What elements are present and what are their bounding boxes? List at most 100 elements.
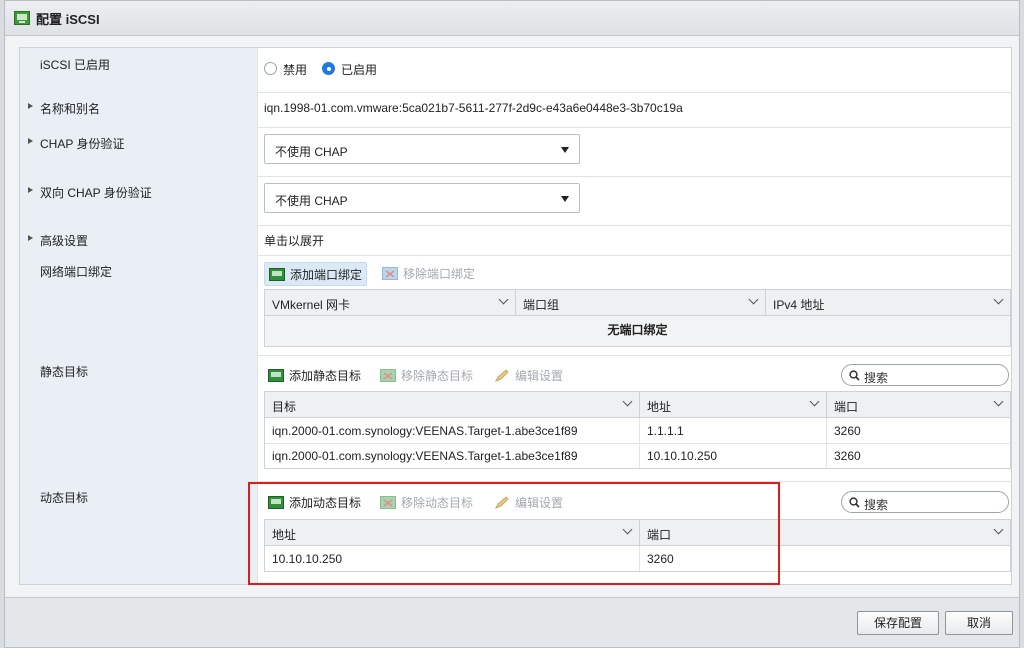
port-binding-label: 网络端口绑定 <box>40 265 113 279</box>
add-static-target-button[interactable]: 添加静态目标 <box>268 364 361 386</box>
static-target-iqn: iqn.2000-01.com.synology:VEENAS.Target-1… <box>272 449 578 463</box>
remove-target-icon <box>380 495 396 509</box>
static-target-port: 3260 <box>834 449 861 463</box>
iscsi-icon <box>14 11 30 25</box>
static-targets-search-placeholder: 搜索 <box>864 371 889 385</box>
chap-select[interactable]: 不使用 CHAP <box>264 134 580 164</box>
iscsi-enabled-label: iSCSI 已启用 <box>40 58 111 72</box>
row-port-binding: 网络端口绑定 添加端口绑定 移除端口绑定 VMkernel 网卡 端口组 IPv… <box>20 255 1011 356</box>
search-icon <box>849 370 860 381</box>
add-target-icon <box>268 495 284 509</box>
cancel-button[interactable]: 取消 <box>945 611 1013 635</box>
row-mutual-chap: 双向 CHAP 身份验证 不使用 CHAP <box>20 176 1011 226</box>
name-alias-label: 名称和别名 <box>40 102 101 116</box>
enabled-radio[interactable] <box>322 62 335 75</box>
chap-expander[interactable]: CHAP 身份验证 <box>20 127 258 176</box>
static-target-address: 10.10.10.250 <box>647 449 718 463</box>
edit-static-settings-button[interactable]: 编辑设置 <box>494 364 563 386</box>
pencil-icon <box>494 368 509 382</box>
enabled-radio-label: 已启用 <box>341 63 378 77</box>
static-targets-search-input[interactable]: 搜索 <box>841 364 1009 386</box>
static-target-address: 1.1.1.1 <box>647 424 684 438</box>
remove-port-binding-label: 移除端口绑定 <box>403 266 476 281</box>
remove-dynamic-target-button[interactable]: 移除动态目标 <box>380 491 473 513</box>
remove-static-target-label: 移除静态目标 <box>401 368 474 383</box>
advanced-settings-hint[interactable]: 单击以展开 <box>264 232 324 249</box>
empty-port-binding-message: 无端口绑定 <box>265 316 1010 346</box>
chevron-down-icon <box>993 396 1004 407</box>
add-port-binding-button[interactable]: 添加端口绑定 <box>264 262 368 286</box>
dialog-footer: 保存配置 取消 <box>5 597 1019 647</box>
configure-iscsi-dialog: 配置 iSCSI iSCSI 已启用 禁用 已启用 名称和别名 iqn.1998… <box>4 0 1020 648</box>
save-configuration-button[interactable]: 保存配置 <box>857 611 939 635</box>
mutual-chap-expander[interactable]: 双向 CHAP 身份验证 <box>20 176 258 225</box>
column-header-port[interactable]: 端口 <box>640 520 1010 545</box>
settings-table: iSCSI 已启用 禁用 已启用 名称和别名 iqn.1998-01.com.v… <box>19 47 1012 585</box>
column-header-target[interactable]: 目标 <box>265 392 640 417</box>
edit-static-settings-label: 编辑设置 <box>515 368 564 383</box>
edit-dynamic-settings-label: 编辑设置 <box>515 495 564 510</box>
mutual-chap-select-value: 不使用 CHAP <box>275 194 348 208</box>
chevron-down-icon <box>993 294 1004 305</box>
expand-triangle-icon <box>28 187 33 193</box>
dialog-titlebar: 配置 iSCSI <box>5 1 1019 36</box>
column-header-address[interactable]: 地址 <box>640 392 827 417</box>
expand-triangle-icon <box>28 103 33 109</box>
static-targets-label: 静态目标 <box>40 365 89 379</box>
chevron-down-icon <box>993 524 1004 535</box>
expand-triangle-icon <box>28 235 33 241</box>
add-port-binding-icon <box>269 267 285 281</box>
chevron-down-icon <box>809 396 820 407</box>
name-alias-expander[interactable]: 名称和别名 <box>20 92 258 127</box>
disabled-radio-label: 禁用 <box>283 63 308 77</box>
column-header-vmkernel-nic[interactable]: VMkernel 网卡 <box>265 290 516 315</box>
remove-dynamic-target-label: 移除动态目标 <box>401 495 474 510</box>
remove-port-binding-icon <box>382 266 398 280</box>
chap-label: CHAP 身份验证 <box>40 137 125 151</box>
edit-dynamic-settings-button[interactable]: 编辑设置 <box>494 491 563 513</box>
dropdown-arrow-icon <box>561 196 569 202</box>
chap-select-value: 不使用 CHAP <box>275 145 348 159</box>
static-target-port: 3260 <box>834 424 861 438</box>
row-dynamic-targets: 动态目标 添加动态目标 移除动态目标 编辑设置 搜索 地址 端口 10.10.1… <box>20 481 1011 584</box>
row-iscsi-enabled: iSCSI 已启用 禁用 已启用 <box>20 48 1011 93</box>
mutual-chap-label: 双向 CHAP 身份验证 <box>40 186 152 200</box>
remove-target-icon <box>380 368 396 382</box>
table-row[interactable]: 10.10.10.250 3260 <box>265 546 1010 571</box>
table-row[interactable]: iqn.2000-01.com.synology:VEENAS.Target-1… <box>265 418 1010 444</box>
row-static-targets: 静态目标 添加静态目标 移除静态目标 编辑设置 搜索 目标 地址 端口 iqn.… <box>20 355 1011 482</box>
add-target-icon <box>268 368 284 382</box>
dynamic-target-address: 10.10.10.250 <box>272 552 343 566</box>
dropdown-arrow-icon <box>561 147 569 153</box>
add-dynamic-target-label: 添加动态目标 <box>289 495 362 510</box>
add-dynamic-target-button[interactable]: 添加动态目标 <box>268 491 361 513</box>
search-icon <box>849 497 860 508</box>
disabled-radio[interactable] <box>264 62 277 75</box>
column-header-port-group[interactable]: 端口组 <box>516 290 766 315</box>
remove-port-binding-button[interactable]: 移除端口绑定 <box>382 262 475 284</box>
advanced-settings-label: 高级设置 <box>40 234 89 248</box>
chevron-down-icon <box>622 524 633 535</box>
add-static-target-label: 添加静态目标 <box>289 368 362 383</box>
port-binding-grid: VMkernel 网卡 端口组 IPv4 地址 无端口绑定 <box>264 289 1011 347</box>
dynamic-targets-label: 动态目标 <box>40 491 89 505</box>
dynamic-targets-search-input[interactable]: 搜索 <box>841 491 1009 513</box>
column-header-ipv4-address[interactable]: IPv4 地址 <box>766 290 1010 315</box>
dialog-title: 配置 iSCSI <box>36 11 100 27</box>
iqn-name-value: iqn.1998-01.com.vmware:5ca021b7-5611-277… <box>264 101 683 115</box>
chevron-down-icon <box>498 294 509 305</box>
row-name-alias: 名称和别名 iqn.1998-01.com.vmware:5ca021b7-56… <box>20 92 1011 128</box>
column-header-port[interactable]: 端口 <box>827 392 1010 417</box>
pencil-icon <box>494 495 509 509</box>
column-header-address[interactable]: 地址 <box>265 520 640 545</box>
chevron-down-icon <box>748 294 759 305</box>
advanced-settings-expander[interactable]: 高级设置 <box>20 225 258 255</box>
add-port-binding-label: 添加端口绑定 <box>290 267 363 282</box>
mutual-chap-select[interactable]: 不使用 CHAP <box>264 183 580 213</box>
table-row[interactable]: iqn.2000-01.com.synology:VEENAS.Target-1… <box>265 443 1010 468</box>
remove-static-target-button[interactable]: 移除静态目标 <box>380 364 473 386</box>
dynamic-targets-search-placeholder: 搜索 <box>864 498 889 512</box>
static-target-iqn: iqn.2000-01.com.synology:VEENAS.Target-1… <box>272 424 578 438</box>
dynamic-targets-grid: 地址 端口 10.10.10.250 3260 <box>264 519 1011 572</box>
dynamic-target-port: 3260 <box>647 552 674 566</box>
